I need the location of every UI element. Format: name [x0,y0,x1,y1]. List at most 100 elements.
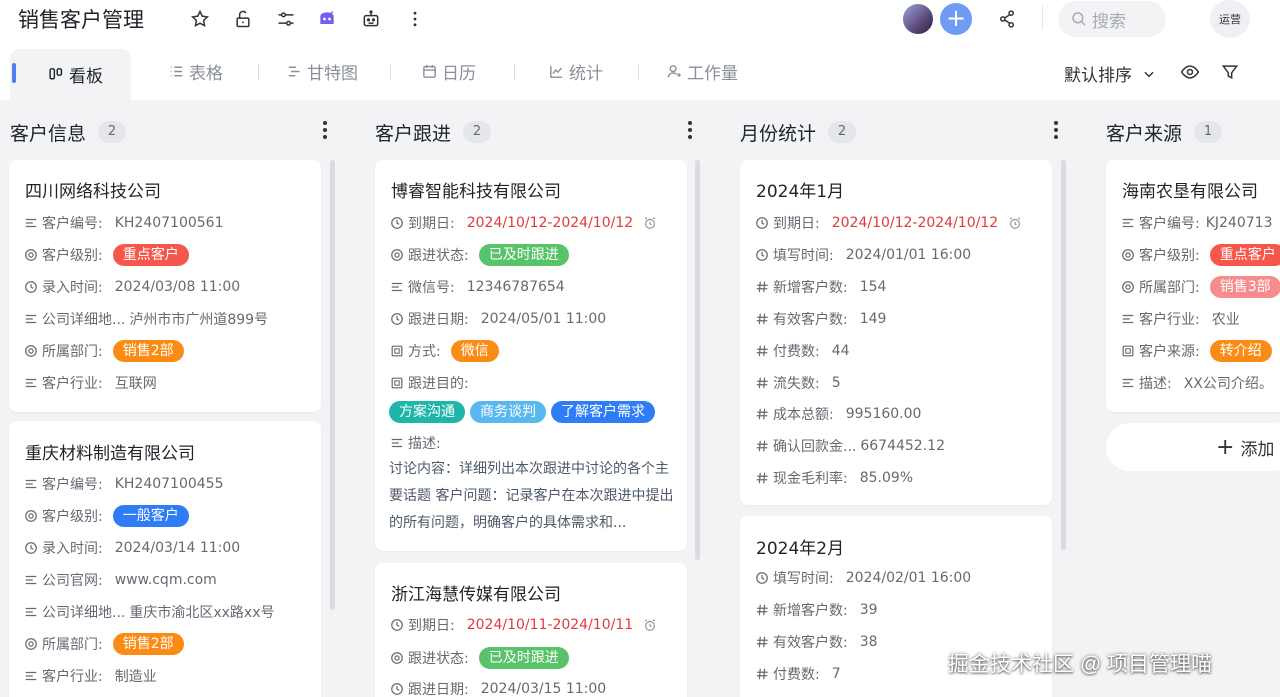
field-label: 录入时间: [42,280,103,296]
field-label: 新增客户数: [773,603,848,619]
star-icon[interactable] [189,8,211,30]
followup-card[interactable]: 博睿智能科技有限公司 到期日: 2024/10/12-2024/10/12 跟进状… [375,160,687,551]
tab-statistics[interactable]: 统计 [548,49,603,93]
user-avatar[interactable]: 运营 [1210,0,1250,38]
card-title: 四川网络科技公司 [25,182,161,202]
column-header: 客户跟进 2 [375,118,492,146]
field-value: 互联网 [114,376,157,392]
field-row: 填写时间: 2024/01/01 16:00 [754,244,971,266]
followup-card[interactable]: 浙江海慧传媒有限公司 到期日: 2024/10/11-2024/10/11 跟进状… [375,563,687,697]
field-label: 描述: [1139,376,1172,392]
field-row: 跟进日期: 2024/03/15 11:00 [389,678,606,697]
column-scrollbar[interactable] [695,160,700,560]
field-value: 2024/03/14 11:00 [114,540,241,556]
column-scrollbar[interactable] [330,160,335,610]
field-row: 新增客户数: 39 [754,599,878,621]
field-row: 到期日: 2024/10/11-2024/10/11 [389,614,657,636]
field-value: 2024/02/01 16:00 [845,570,972,586]
tab-label: 统计 [569,63,603,84]
field-label: 公司详细地... [42,605,126,621]
field-label: 有效客户数: [773,635,848,651]
share-icon[interactable] [996,8,1018,30]
field-label: 付费数: [773,667,820,683]
field-label: 到期日: [408,618,455,634]
field-label: 客户编号: [1139,216,1200,232]
column-count: 2 [463,121,492,143]
chart-icon [550,65,563,78]
field-row: 客户级别: 重点客户 [23,244,189,266]
workload-icon [667,64,681,77]
tab-workload[interactable]: 工作量 [666,49,738,93]
monthly-stats-card[interactable]: 2024年1月 到期日: 2024/10/12-2024/10/12 填写时间: 2… [740,160,1052,505]
field-row: 到期日: 2024/10/12-2024/10/12 [754,212,1022,234]
column-more-icon[interactable] [322,120,332,142]
clock-icon [23,540,39,556]
field-label: 客户行业: [42,376,103,392]
column-more-icon[interactable] [1053,120,1063,142]
add-member-button[interactable]: + [940,3,972,35]
select-field-icon [389,247,405,263]
tab-calendar[interactable]: 日历 [421,49,476,93]
search-input[interactable]: 搜索 [1058,1,1166,37]
field-row: 客户级别: 重点客户 [1120,244,1280,266]
field-row: 客户编号: KH2407100561 [23,212,224,234]
tab-board[interactable]: 看板 [10,49,131,100]
watermark: 掘金技术社区 @ 项目管理喵 [948,653,1212,676]
customer-card[interactable]: 重庆材料制造有限公司 客户编号: KH2407100455 客户级别: 一般客户 录… [9,421,321,697]
calendar-icon [423,64,436,78]
lock-icon[interactable] [232,8,254,30]
field-row: 客户行业: 农业 [1120,308,1240,330]
field-label: 有效客户数: [773,312,848,328]
column-scrollbar[interactable] [1061,160,1066,550]
field-label: 客户级别: [42,509,103,525]
plus-icon: + [1216,434,1235,460]
field-value: 38 [859,634,878,650]
ai-assistant-icon[interactable] [316,8,338,30]
tab-table[interactable]: 表格 [168,49,223,93]
status-tag: 已及时跟进 [478,647,569,669]
search-icon [1072,12,1086,26]
app-title: 销售客户管理 [18,8,144,32]
tab-divider [258,64,259,80]
field-row: 所属部门: 销售2部 [23,340,184,362]
field-label: 新增客户数: [773,280,848,296]
field-value: 2024/05/01 11:00 [480,311,607,327]
number-field-icon [754,602,770,618]
add-card-button[interactable]: + 添加 [1106,423,1280,471]
field-value: 2024/03/08 11:00 [114,279,241,295]
field-row: 跟进目的: [389,372,469,394]
field-row: 录入时间: 2024/03/08 11:00 [23,276,240,298]
member-avatar[interactable] [901,2,935,36]
more-vertical-icon[interactable] [404,8,426,30]
field-value: KJ240713 [1205,215,1273,231]
field-row: 现金毛利率: 85.09% [754,467,913,489]
source-card[interactable]: 海南农垦有限公司 客户编号: KJ240713 客户级别: 重点客户 所属部门: 销售… [1106,160,1280,412]
purpose-tag: 商务谈判 [470,401,546,423]
field-label: 描述: [408,436,441,452]
eye-icon[interactable] [1180,62,1202,84]
sliders-icon[interactable] [275,8,297,30]
clock-icon [754,247,770,263]
list-icon [170,66,183,76]
field-label: 到期日: [408,216,455,232]
purpose-tag: 方案沟通 [389,401,465,423]
field-row: 方式: 微信 [389,340,499,362]
filter-icon[interactable] [1220,62,1242,84]
field-row: 有效客户数: 38 [754,631,878,653]
tab-gantt[interactable]: 甘特图 [286,49,358,93]
column-more-icon[interactable] [687,120,697,142]
sort-dropdown[interactable]: 默认排序 [1064,61,1156,86]
field-row: 跟进日期: 2024/05/01 11:00 [389,308,606,330]
field-row: 有效客户数: 149 [754,308,886,330]
add-card-label: 添加 [1240,439,1275,460]
board-icon [49,68,63,80]
robot-icon[interactable] [360,8,382,30]
level-tag: 重点客户 [1209,244,1280,266]
gantt-icon [288,66,300,76]
field-row: 跟进状态: 已及时跟进 [389,244,569,266]
field-label: 填写时间: [773,248,834,264]
field-label: 确认回款金... [773,439,857,455]
field-row: 客户行业: 互联网 [23,372,157,394]
customer-card[interactable]: 四川网络科技公司 客户编号: KH2407100561 客户级别: 重点客户 录入时… [9,160,321,412]
tab-divider [514,64,515,80]
